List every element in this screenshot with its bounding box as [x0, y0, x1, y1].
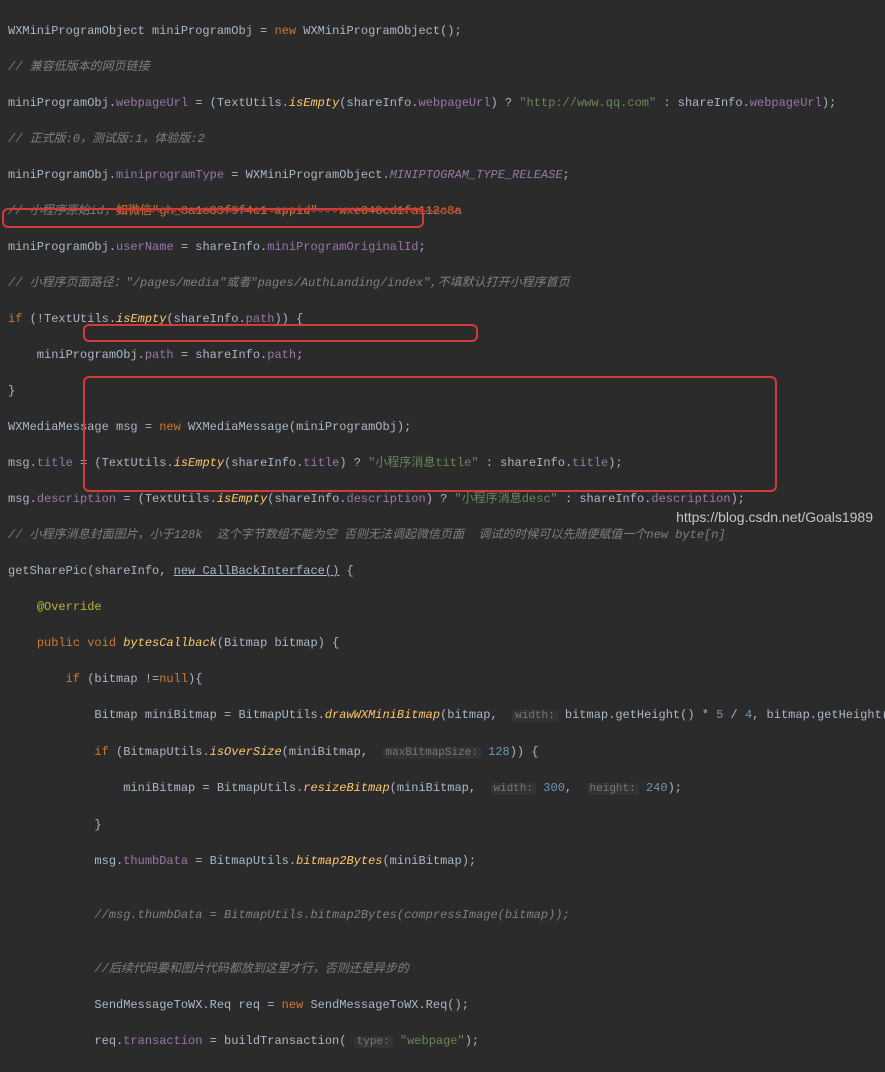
code-line: if (BitmapUtils.isOverSize(miniBitmap, m… — [8, 743, 877, 762]
code-line: @Override — [8, 598, 877, 616]
code-line: // 小程序消息封面图片，小于128k 这个字节数组不能为空 否则无法调起微信页… — [8, 526, 877, 544]
code-line: } — [8, 382, 877, 400]
code-line: msg.description = (TextUtils.isEmpty(sha… — [8, 490, 877, 508]
code-line: miniBitmap = BitmapUtils.resizeBitmap(mi… — [8, 779, 877, 798]
code-line: msg.title = (TextUtils.isEmpty(shareInfo… — [8, 454, 877, 472]
code-line: miniProgramObj.webpageUrl = (TextUtils.i… — [8, 94, 877, 112]
code-editor[interactable]: WXMiniProgramObject miniProgramObj = new… — [8, 4, 877, 1072]
code-line: // 兼容低版本的网页链接 — [8, 58, 877, 76]
code-line: getSharePic(shareInfo, new CallBackInter… — [8, 562, 877, 580]
code-line: // 正式版:0，测试版:1，体验版:2 — [8, 130, 877, 148]
code-line: miniProgramObj.userName = shareInfo.mini… — [8, 238, 877, 256]
code-line: miniProgramObj.path = shareInfo.path; — [8, 346, 877, 364]
code-line: Bitmap miniBitmap = BitmapUtils.drawWXMi… — [8, 706, 877, 725]
code-line: req.transaction = buildTransaction( type… — [8, 1032, 877, 1051]
code-line: if (!TextUtils.isEmpty(shareInfo.path)) … — [8, 310, 877, 328]
code-line: miniProgramObj.miniprogramType = WXMiniP… — [8, 166, 877, 184]
code-line: msg.thumbData = BitmapUtils.bitmap2Bytes… — [8, 852, 877, 870]
code-line: public void bytesCallback(Bitmap bitmap)… — [8, 634, 877, 652]
code-line: //msg.thumbData = BitmapUtils.bitmap2Byt… — [8, 906, 877, 924]
code-line: req.message = msg; — [8, 1068, 877, 1072]
watermark: https://blog.csdn.net/Goals1989 — [676, 507, 873, 528]
code-line: WXMiniProgramObject miniProgramObj = new… — [8, 22, 877, 40]
code-line: } — [8, 816, 877, 834]
code-line: if (bitmap !=null){ — [8, 670, 877, 688]
code-line: // 小程序原始id，如微信"gh_8a1e83f9f4c1 appid" wx… — [8, 202, 877, 220]
code-line: //后续代码要和图片代码都放到这里才行，否则还是异步的 — [8, 960, 877, 978]
code-line: WXMediaMessage msg = new WXMediaMessage(… — [8, 418, 877, 436]
code-line: // 小程序页面路径："/pages/media"或者"pages/AuthLa… — [8, 274, 877, 292]
code-line: SendMessageToWX.Req req = new SendMessag… — [8, 996, 877, 1014]
